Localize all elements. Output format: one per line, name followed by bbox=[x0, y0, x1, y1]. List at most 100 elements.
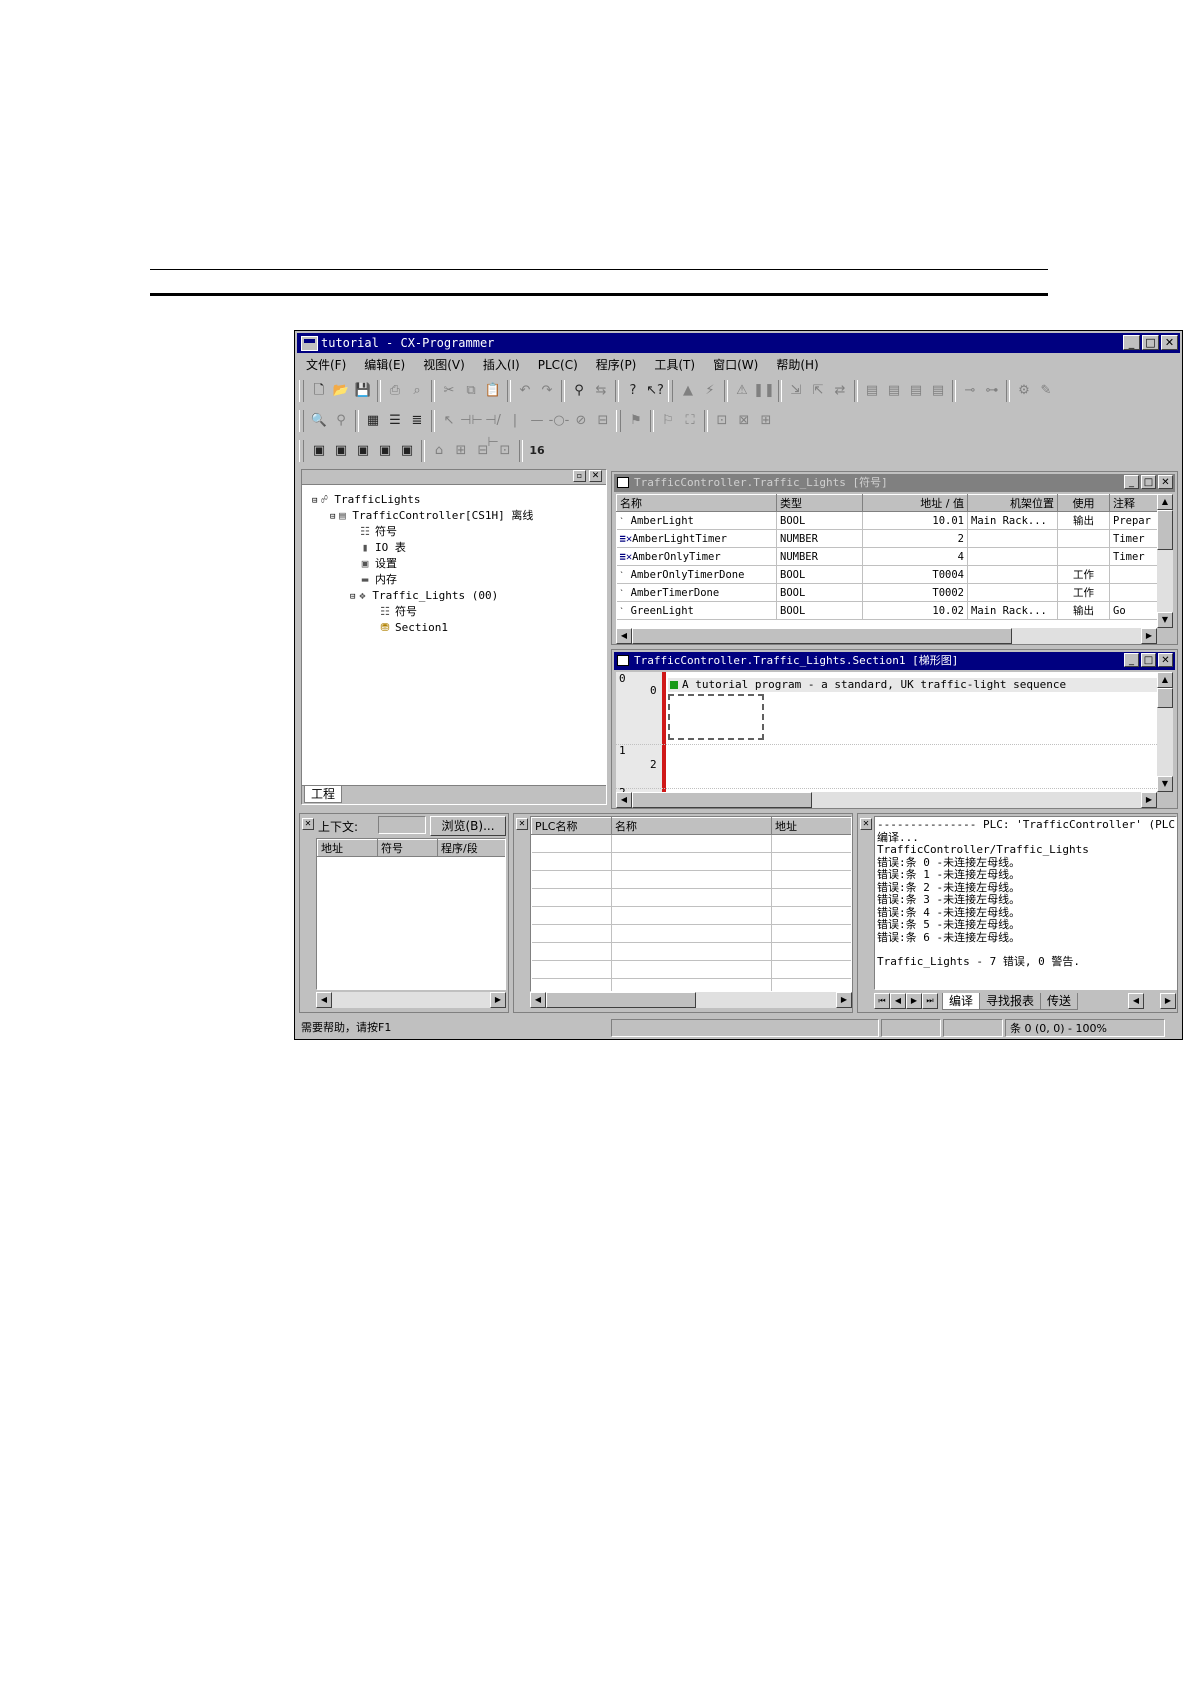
symbols-vertical-scrollbar[interactable]: ▲ ▼ bbox=[1157, 494, 1173, 628]
ladder-vertical-scrollbar[interactable]: ▲ ▼ bbox=[1157, 672, 1173, 792]
address-horizontal-scrollbar[interactable]: ◀ ▶ bbox=[530, 992, 852, 1008]
watch-horizontal-scrollbar[interactable]: ◀ ▶ bbox=[316, 992, 506, 1008]
tree-node-symbols[interactable]: ☷ 符号 bbox=[358, 524, 397, 540]
table-row[interactable]: ` AmberTimerDone BOOL T0002 工作 bbox=[616, 583, 1157, 602]
column-header-address[interactable]: 地址 bbox=[771, 817, 851, 835]
tab-prev-button[interactable]: ◀ bbox=[890, 993, 906, 1009]
menu-view[interactable]: 视图(V) bbox=[414, 355, 474, 375]
scroll-up-button[interactable]: ▲ bbox=[1157, 494, 1173, 510]
window-titlebar[interactable]: tutorial - CX-Programmer _ □ ✕ bbox=[297, 333, 1180, 353]
ladder-close-button[interactable]: ✕ bbox=[1158, 653, 1173, 667]
menu-edit[interactable]: 编辑(E) bbox=[355, 355, 414, 375]
column-header-address[interactable]: 地址 / 值 bbox=[862, 494, 968, 512]
watch-list[interactable]: 地址 符号 程序/段 bbox=[316, 838, 506, 990]
show-comments-icon[interactable]: ☰ bbox=[384, 410, 406, 432]
ladder-minimize-button[interactable]: _ bbox=[1124, 653, 1139, 667]
tab-last-button[interactable]: ⏭ bbox=[922, 993, 938, 1009]
program-mode-icon[interactable]: ▤ bbox=[861, 380, 883, 402]
horizontal-line-icon[interactable]: — bbox=[526, 410, 548, 432]
scroll-right-button[interactable]: ▶ bbox=[1141, 628, 1157, 644]
symbols-horizontal-scrollbar[interactable]: ◀ ▶ bbox=[616, 628, 1157, 644]
set-value-icon[interactable]: ⚙ bbox=[1013, 380, 1035, 402]
context-help-icon[interactable]: ↖? bbox=[644, 380, 666, 402]
cancel-edit-icon[interactable]: ⚐ bbox=[657, 410, 679, 432]
list-view-icon[interactable]: ≣ bbox=[406, 410, 428, 432]
scroll-left-button[interactable]: ◀ bbox=[1128, 993, 1144, 1009]
scroll-right-button[interactable]: ▶ bbox=[836, 992, 852, 1008]
scroll-thumb[interactable] bbox=[546, 992, 696, 1008]
run-mode-icon[interactable]: ▤ bbox=[927, 380, 949, 402]
resize-grip[interactable] bbox=[1167, 1019, 1180, 1037]
symbols-close-button[interactable]: ✕ bbox=[1158, 475, 1173, 489]
online-edit-icon[interactable]: ⚑ bbox=[625, 410, 647, 432]
scroll-left-button[interactable]: ◀ bbox=[616, 792, 632, 808]
table-row[interactable]: ` GreenLight BOOL 10.02 Main Rack... 输出 … bbox=[616, 601, 1157, 620]
contact-icon[interactable]: ⊣⊢ bbox=[460, 410, 483, 432]
symbol-table-icon[interactable]: ⊞ bbox=[450, 440, 472, 462]
scroll-thumb[interactable] bbox=[632, 792, 812, 808]
close-button[interactable]: ✕ bbox=[1161, 335, 1178, 350]
menu-insert[interactable]: 插入(I) bbox=[474, 355, 529, 375]
copy-icon[interactable]: ⧉ bbox=[460, 380, 482, 402]
table-row[interactable]: ≡✕AmberOnlyTimer NUMBER 4 Timer bbox=[616, 547, 1157, 566]
scroll-up-button[interactable]: ▲ bbox=[1157, 672, 1173, 688]
tab-project[interactable]: 工程 bbox=[304, 786, 343, 803]
tab-first-button[interactable]: ⏮ bbox=[874, 993, 890, 1009]
tree-node-plc[interactable]: ⊟ ▤ TrafficController[CS1H] 离线 bbox=[330, 508, 533, 524]
output-window-icon[interactable]: ▣ bbox=[330, 440, 352, 462]
closed-contact-icon[interactable]: ⊣/⊢ bbox=[482, 410, 504, 450]
ladder-horizontal-scrollbar[interactable]: ◀ ▶ bbox=[616, 792, 1157, 808]
tree-node-program[interactable]: ⊟ ❖ Traffic_Lights (00) bbox=[350, 588, 498, 604]
closed-coil-icon[interactable]: ⊘ bbox=[570, 410, 592, 432]
window-a-icon[interactable]: ⊡ bbox=[711, 410, 733, 432]
online-icon[interactable]: ▲ bbox=[677, 380, 699, 402]
monitor-mode-icon[interactable]: ▤ bbox=[905, 380, 927, 402]
zoom-in-icon[interactable]: 🔍 bbox=[308, 410, 330, 432]
tree-node-memory[interactable]: ▬ 内存 bbox=[358, 572, 397, 588]
properties-icon[interactable]: ▣ bbox=[396, 440, 418, 462]
force-off-icon[interactable]: ⊶ bbox=[981, 380, 1003, 402]
workspace-close-button[interactable]: ✕ bbox=[589, 470, 602, 482]
tree-node-program-symbols[interactable]: ☷ 符号 bbox=[378, 604, 417, 620]
app-icon[interactable] bbox=[301, 336, 318, 351]
maximize-button[interactable]: □ bbox=[1142, 335, 1159, 350]
force-on-icon[interactable]: ⊸ bbox=[959, 380, 981, 402]
watch-window-icon[interactable]: ▣ bbox=[352, 440, 374, 462]
address-pane-close-button[interactable]: ✕ bbox=[516, 818, 528, 830]
workspace-float-button[interactable]: ▫ bbox=[573, 470, 586, 482]
scroll-thumb[interactable] bbox=[632, 628, 1012, 644]
hex-display-icon[interactable]: 16 bbox=[526, 440, 548, 462]
column-header-program-section[interactable]: 程序/段 bbox=[437, 839, 505, 857]
cut-icon[interactable]: ✂ bbox=[438, 380, 460, 402]
save-icon[interactable]: 💾 bbox=[352, 380, 374, 402]
mnemonic-view-icon[interactable]: ⊟ bbox=[472, 440, 494, 462]
column-header-usage[interactable]: 使用 bbox=[1057, 494, 1110, 512]
table-row[interactable]: ` AmberLight BOOL 10.01 Main Rack... 输出 … bbox=[616, 511, 1157, 530]
tab-compile[interactable]: 编译 bbox=[942, 993, 981, 1010]
tab-next-button[interactable]: ▶ bbox=[906, 993, 922, 1009]
redo-icon[interactable]: ↷ bbox=[536, 380, 558, 402]
output-close-button[interactable]: ✕ bbox=[860, 818, 872, 830]
project-workspace-icon[interactable]: ▣ bbox=[308, 440, 330, 462]
send-changes-icon[interactable]: ⛶ bbox=[679, 410, 701, 432]
scroll-left-button[interactable]: ◀ bbox=[316, 992, 332, 1008]
zoom-out-icon[interactable]: ⚲ bbox=[330, 410, 352, 432]
address-reference-icon[interactable]: ▣ bbox=[374, 440, 396, 462]
toolbar-grip[interactable] bbox=[299, 380, 304, 402]
replace-icon[interactable]: ⇆ bbox=[590, 380, 612, 402]
ladder-maximize-button[interactable]: □ bbox=[1141, 653, 1156, 667]
ladder-window-titlebar[interactable]: TrafficController.Traffic_Lights.Section… bbox=[614, 652, 1175, 670]
symbols-window-titlebar[interactable]: TrafficController.Traffic_Lights [符号] _ … bbox=[614, 474, 1175, 492]
tab-transfer[interactable]: 传送 bbox=[1040, 993, 1079, 1010]
coil-icon[interactable]: -○- bbox=[548, 410, 570, 432]
context-field[interactable] bbox=[378, 816, 426, 834]
tab-find-report[interactable]: 寻找报表 bbox=[979, 993, 1042, 1010]
menu-tools[interactable]: 工具(T) bbox=[645, 355, 704, 375]
ladder-view-icon[interactable]: ⊡ bbox=[494, 440, 516, 462]
scroll-left-button[interactable]: ◀ bbox=[530, 992, 546, 1008]
pause-icon[interactable]: ❚❚ bbox=[753, 380, 775, 402]
toolbar-grip[interactable] bbox=[299, 440, 304, 462]
print-icon[interactable]: ⎙ bbox=[384, 380, 406, 402]
open-folder-icon[interactable]: 📂 bbox=[330, 380, 352, 402]
toolbar-grip[interactable] bbox=[299, 410, 304, 432]
